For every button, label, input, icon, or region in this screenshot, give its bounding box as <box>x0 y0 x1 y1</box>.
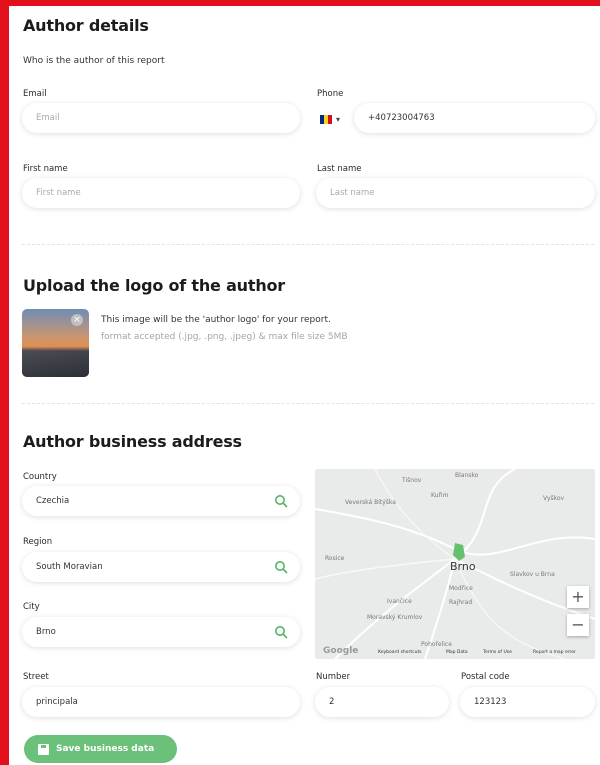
postal-code-field[interactable]: 123123 <box>460 687 595 717</box>
logo-format-note: format accepted (.jpg, .png, .jpeg) & ma… <box>101 332 348 342</box>
region-value: South Moravian <box>36 562 103 572</box>
red-frame-top <box>0 0 600 6</box>
number-label: Number <box>316 672 351 682</box>
last-name-placeholder: Last name <box>330 188 375 198</box>
google-logo: Google <box>323 646 359 656</box>
region-label: Region <box>23 537 53 547</box>
first-name-label: First name <box>23 164 68 174</box>
map-place-label: Vyškov <box>543 495 565 502</box>
author-details-title: Author details <box>23 16 149 35</box>
section-divider <box>22 244 594 245</box>
street-value: principala <box>36 697 78 707</box>
map-keyboard-shortcuts-link[interactable]: Keyboard shortcuts <box>378 650 422 655</box>
map-place-label: Blansko <box>455 472 479 479</box>
map-city-label: Brno <box>450 560 476 573</box>
last-name-field[interactable]: Last name <box>316 178 595 208</box>
thumbnail-road <box>22 351 89 377</box>
map-place-label: Rosice <box>325 555 345 562</box>
map-place-label: Modřice <box>449 585 473 592</box>
region-field[interactable]: South Moravian <box>22 552 300 582</box>
map-place-label: Pohořelice <box>421 641 452 648</box>
map-place-label: Moravský Krumlov <box>367 614 423 621</box>
map-report-error-link[interactable]: Report a map error <box>533 650 576 655</box>
search-icon[interactable] <box>274 494 288 508</box>
phone-label: Phone <box>317 89 344 99</box>
map-place-label: Ivančice <box>387 598 412 605</box>
logo-description: This image will be the 'author logo' for… <box>101 315 331 325</box>
email-placeholder: Email <box>36 113 60 123</box>
postal-code-label: Postal code <box>461 672 510 682</box>
number-field[interactable]: 2 <box>315 687 449 717</box>
save-button-label: Save business data <box>56 744 155 754</box>
country-field[interactable]: Czechia <box>22 486 300 516</box>
author-logo-thumbnail[interactable]: × <box>22 309 89 377</box>
map-zoom-in-button[interactable]: + <box>567 586 589 608</box>
remove-logo-icon[interactable]: × <box>71 314 83 326</box>
country-label: Country <box>23 472 57 482</box>
save-icon <box>38 743 49 755</box>
romania-flag-icon <box>320 114 332 124</box>
map-place-label: Tišnov <box>402 477 422 484</box>
street-label: Street <box>23 672 49 682</box>
street-field[interactable]: principala <box>22 687 300 717</box>
chevron-down-icon: ▾ <box>336 114 341 124</box>
phone-country-select[interactable]: ▾ <box>320 112 356 126</box>
search-icon[interactable] <box>274 625 288 639</box>
phone-field[interactable]: +40723004763 <box>354 103 595 133</box>
map-data-link[interactable]: Map Data <box>446 650 468 655</box>
location-map[interactable]: Tišnov Blansko Kuřim Vyškov Veverská Bít… <box>315 469 595 659</box>
map-place-label: Slavkov u Brna <box>510 571 555 578</box>
phone-value: +40723004763 <box>368 113 435 123</box>
email-field[interactable]: Email <box>22 103 300 133</box>
search-icon[interactable] <box>274 560 288 574</box>
save-business-data-button[interactable]: Save business data <box>24 735 177 763</box>
city-field[interactable]: Brno <box>22 617 300 647</box>
section-divider-2 <box>22 403 594 404</box>
first-name-field[interactable]: First name <box>22 178 300 208</box>
map-zoom-out-button[interactable]: − <box>567 614 589 636</box>
author-details-subtitle: Who is the author of this report <box>23 56 165 66</box>
address-section-title: Author business address <box>23 432 242 451</box>
email-label: Email <box>23 89 47 99</box>
map-place-label: Veverská Bítýška <box>345 499 396 506</box>
red-frame-left <box>0 0 9 765</box>
logo-section-title: Upload the logo of the author <box>23 276 285 295</box>
postal-code-value: 123123 <box>474 697 507 707</box>
first-name-placeholder: First name <box>36 188 81 198</box>
last-name-label: Last name <box>317 164 362 174</box>
map-place-label: Kuřim <box>431 492 449 499</box>
country-value: Czechia <box>36 496 70 506</box>
city-value: Brno <box>36 627 56 637</box>
number-value: 2 <box>329 697 335 707</box>
map-place-label: Rajhrad <box>449 599 473 606</box>
map-terms-link[interactable]: Terms of Use <box>483 650 512 655</box>
city-label: City <box>23 602 40 612</box>
